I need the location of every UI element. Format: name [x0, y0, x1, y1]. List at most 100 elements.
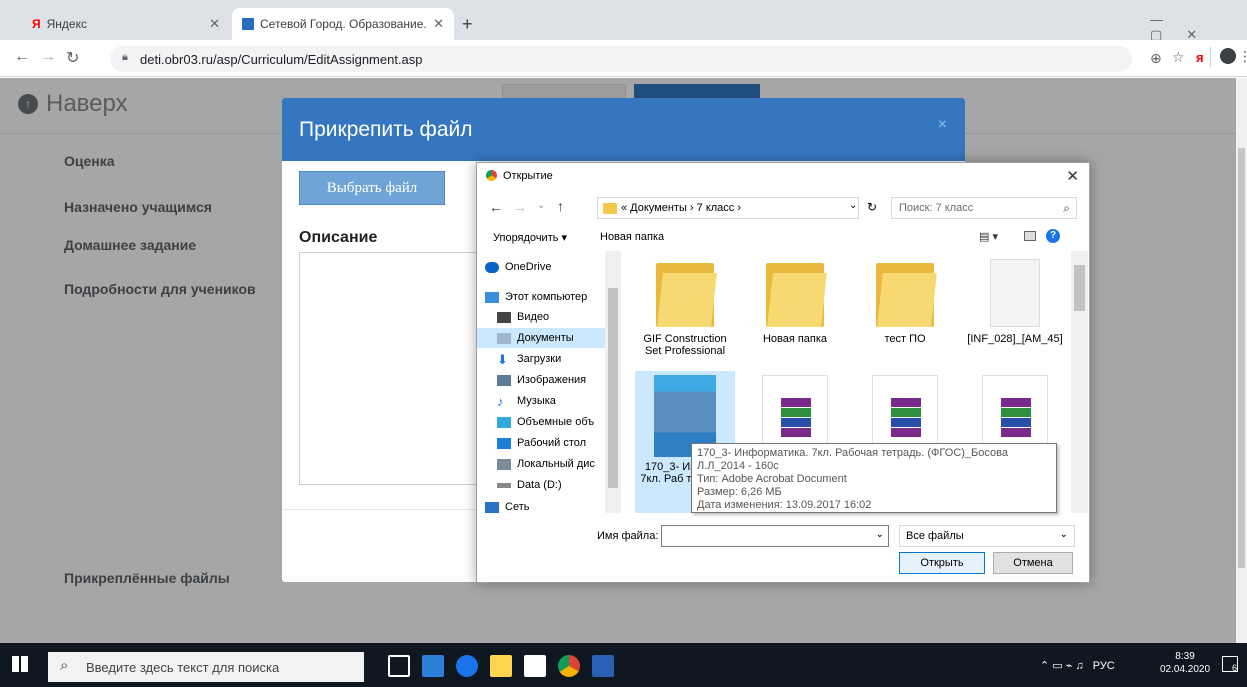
profile-icon[interactable]: [1220, 48, 1236, 64]
forward-arrow-icon[interactable]: →: [40, 48, 56, 66]
dialog-title: Открытие: [503, 169, 553, 182]
zoom-icon[interactable]: ⊕: [1150, 50, 1162, 67]
url-text: deti.obr03.ru/asp/Curriculum/EditAssignm…: [140, 51, 423, 67]
file-item[interactable]: тест ПО: [855, 259, 955, 345]
close-icon[interactable]: ×: [938, 116, 947, 134]
notifications-icon[interactable]: 6: [1222, 656, 1238, 673]
description-textarea[interactable]: [299, 252, 484, 485]
file-item[interactable]: [INF_028]_[AM_45]: [965, 259, 1065, 345]
nav-item-data-d[interactable]: Data (D:): [497, 475, 562, 495]
chevron-down-icon[interactable]: ⌄: [849, 200, 857, 211]
back-arrow-icon[interactable]: ←: [489, 199, 503, 215]
edge-icon[interactable]: [456, 655, 478, 677]
document-icon: [990, 259, 1040, 327]
window-controls[interactable]: —▢✕: [1150, 12, 1247, 43]
chevron-down-icon: ⌄: [1059, 529, 1068, 540]
tray-icons: ⌃ ▭ ⌁ ♫: [1040, 660, 1087, 672]
filename-input[interactable]: ⌄: [661, 525, 889, 547]
reload-icon[interactable]: ↻: [66, 48, 79, 68]
filetype-select[interactable]: Все файлы ⌄: [899, 525, 1075, 547]
scrollbar-thumb[interactable]: [1074, 265, 1085, 311]
windows-start-icon[interactable]: [12, 656, 28, 672]
chrome-icon[interactable]: [558, 655, 580, 677]
new-tab-button[interactable]: +: [462, 14, 473, 35]
lock-icon: 🔒︎: [122, 51, 128, 63]
close-icon[interactable]: ✕: [209, 16, 220, 32]
breadcrumb[interactable]: « Документы › 7 класс ›: [597, 197, 859, 219]
cancel-button[interactable]: Отмена: [993, 552, 1073, 574]
dialog-titlebar: Открытие: [477, 163, 1089, 188]
chevron-down-icon[interactable]: ⌄: [537, 200, 545, 211]
nav-item-3d-objects[interactable]: Объемные объ: [497, 412, 594, 432]
new-folder-button[interactable]: Новая папка: [600, 231, 664, 243]
back-arrow-icon[interactable]: ←: [14, 48, 30, 66]
nav-item-desktop[interactable]: Рабочий стол: [497, 433, 586, 453]
video-icon: [497, 311, 511, 323]
search-icon: ⌕: [1063, 201, 1070, 215]
cloud-icon: [485, 261, 499, 273]
nav-item-network[interactable]: Сеть: [485, 497, 529, 513]
nav-item-music[interactable]: ♪ Музыка: [497, 391, 556, 411]
chrome-icon: [486, 170, 497, 181]
separator: [1210, 47, 1211, 67]
scrollbar-thumb[interactable]: [1238, 148, 1245, 568]
nav-item-local-disk[interactable]: Локальный дис: [497, 454, 595, 474]
word-icon[interactable]: [592, 655, 614, 677]
menu-icon[interactable]: ⋮: [1238, 48, 1247, 65]
file-item[interactable]: Новая папка: [745, 259, 845, 345]
nav-item-documents[interactable]: Документы: [497, 328, 574, 348]
nav-item-video[interactable]: Видео: [497, 307, 549, 327]
folder-icon: [766, 259, 827, 327]
organize-menu[interactable]: Упорядочить ▾: [493, 231, 567, 244]
network-icon: [485, 501, 499, 513]
search-icon: ⌕: [60, 657, 69, 674]
desktop-icon: [497, 437, 511, 449]
task-view-icon[interactable]: [388, 655, 410, 677]
refresh-icon[interactable]: ↻: [867, 200, 877, 214]
close-icon[interactable]: ✕: [1066, 167, 1079, 185]
chevron-down-icon[interactable]: ⌄: [876, 529, 884, 540]
forward-arrow-icon[interactable]: →: [513, 199, 527, 215]
clock[interactable]: 8:39 02.04.2020: [1160, 650, 1210, 676]
choose-file-button[interactable]: Выбрать файл: [299, 171, 445, 205]
mail-icon[interactable]: [524, 655, 546, 677]
yandex-icon: Я: [32, 17, 41, 31]
file-explorer-icon[interactable]: [422, 655, 444, 677]
folder-icon: [656, 259, 717, 327]
view-options-icon[interactable]: ▤ ▾: [979, 230, 998, 243]
preview-pane-icon[interactable]: [1024, 231, 1036, 241]
nav-item-pictures[interactable]: Изображения: [497, 370, 586, 390]
cube-icon: [497, 416, 511, 428]
yandex-extension-icon[interactable]: я: [1196, 50, 1204, 65]
nav-item-this-pc[interactable]: Этот компьютер: [485, 287, 587, 307]
description-label: Описание: [299, 229, 378, 246]
navigation-pane: OneDrive Этот компьютер Видео Документы …: [477, 251, 621, 513]
modal-title: Прикрепить файл: [299, 117, 473, 141]
help-icon[interactable]: ?: [1046, 229, 1060, 243]
close-icon[interactable]: ✕: [433, 16, 444, 32]
url-input[interactable]: 🔒︎ deti.obr03.ru/asp/Curriculum/EditAssi…: [110, 46, 1132, 72]
open-button[interactable]: Открыть: [899, 552, 985, 574]
taskbar-search-input[interactable]: ⌕ Введите здесь текст для поиска: [48, 652, 364, 682]
tab-yandex[interactable]: Я Яндекс ✕: [22, 8, 230, 40]
nav-item-downloads[interactable]: ⬇ Загрузки: [497, 349, 561, 369]
store-icon[interactable]: [490, 655, 512, 677]
pictures-icon: [497, 374, 511, 386]
page-scrollbar[interactable]: [1236, 78, 1247, 644]
tab-title: Сетевой Город. Образование. Р: [260, 17, 430, 31]
folder-icon: [603, 202, 617, 214]
tab-title: Яндекс: [46, 17, 87, 31]
documents-icon: [497, 332, 511, 344]
search-input[interactable]: Поиск: 7 класс ⌕: [891, 197, 1077, 219]
site-favicon-icon: [242, 18, 254, 30]
music-icon: ♪: [497, 393, 504, 409]
tab-setevoy-gorod[interactable]: Сетевой Город. Образование. Р ✕: [232, 8, 454, 40]
file-item[interactable]: GIF Construction Set Professional: [635, 259, 735, 357]
nav-item-onedrive[interactable]: OneDrive: [485, 257, 551, 277]
system-tray[interactable]: ⌃ ▭ ⌁ ♫ РУС: [1040, 659, 1115, 672]
folder-icon: [876, 259, 937, 327]
up-arrow-icon[interactable]: ↑: [557, 198, 564, 214]
star-icon[interactable]: ☆: [1172, 49, 1185, 66]
scrollbar-thumb[interactable]: [608, 288, 618, 488]
download-icon: ⬇: [497, 351, 508, 367]
